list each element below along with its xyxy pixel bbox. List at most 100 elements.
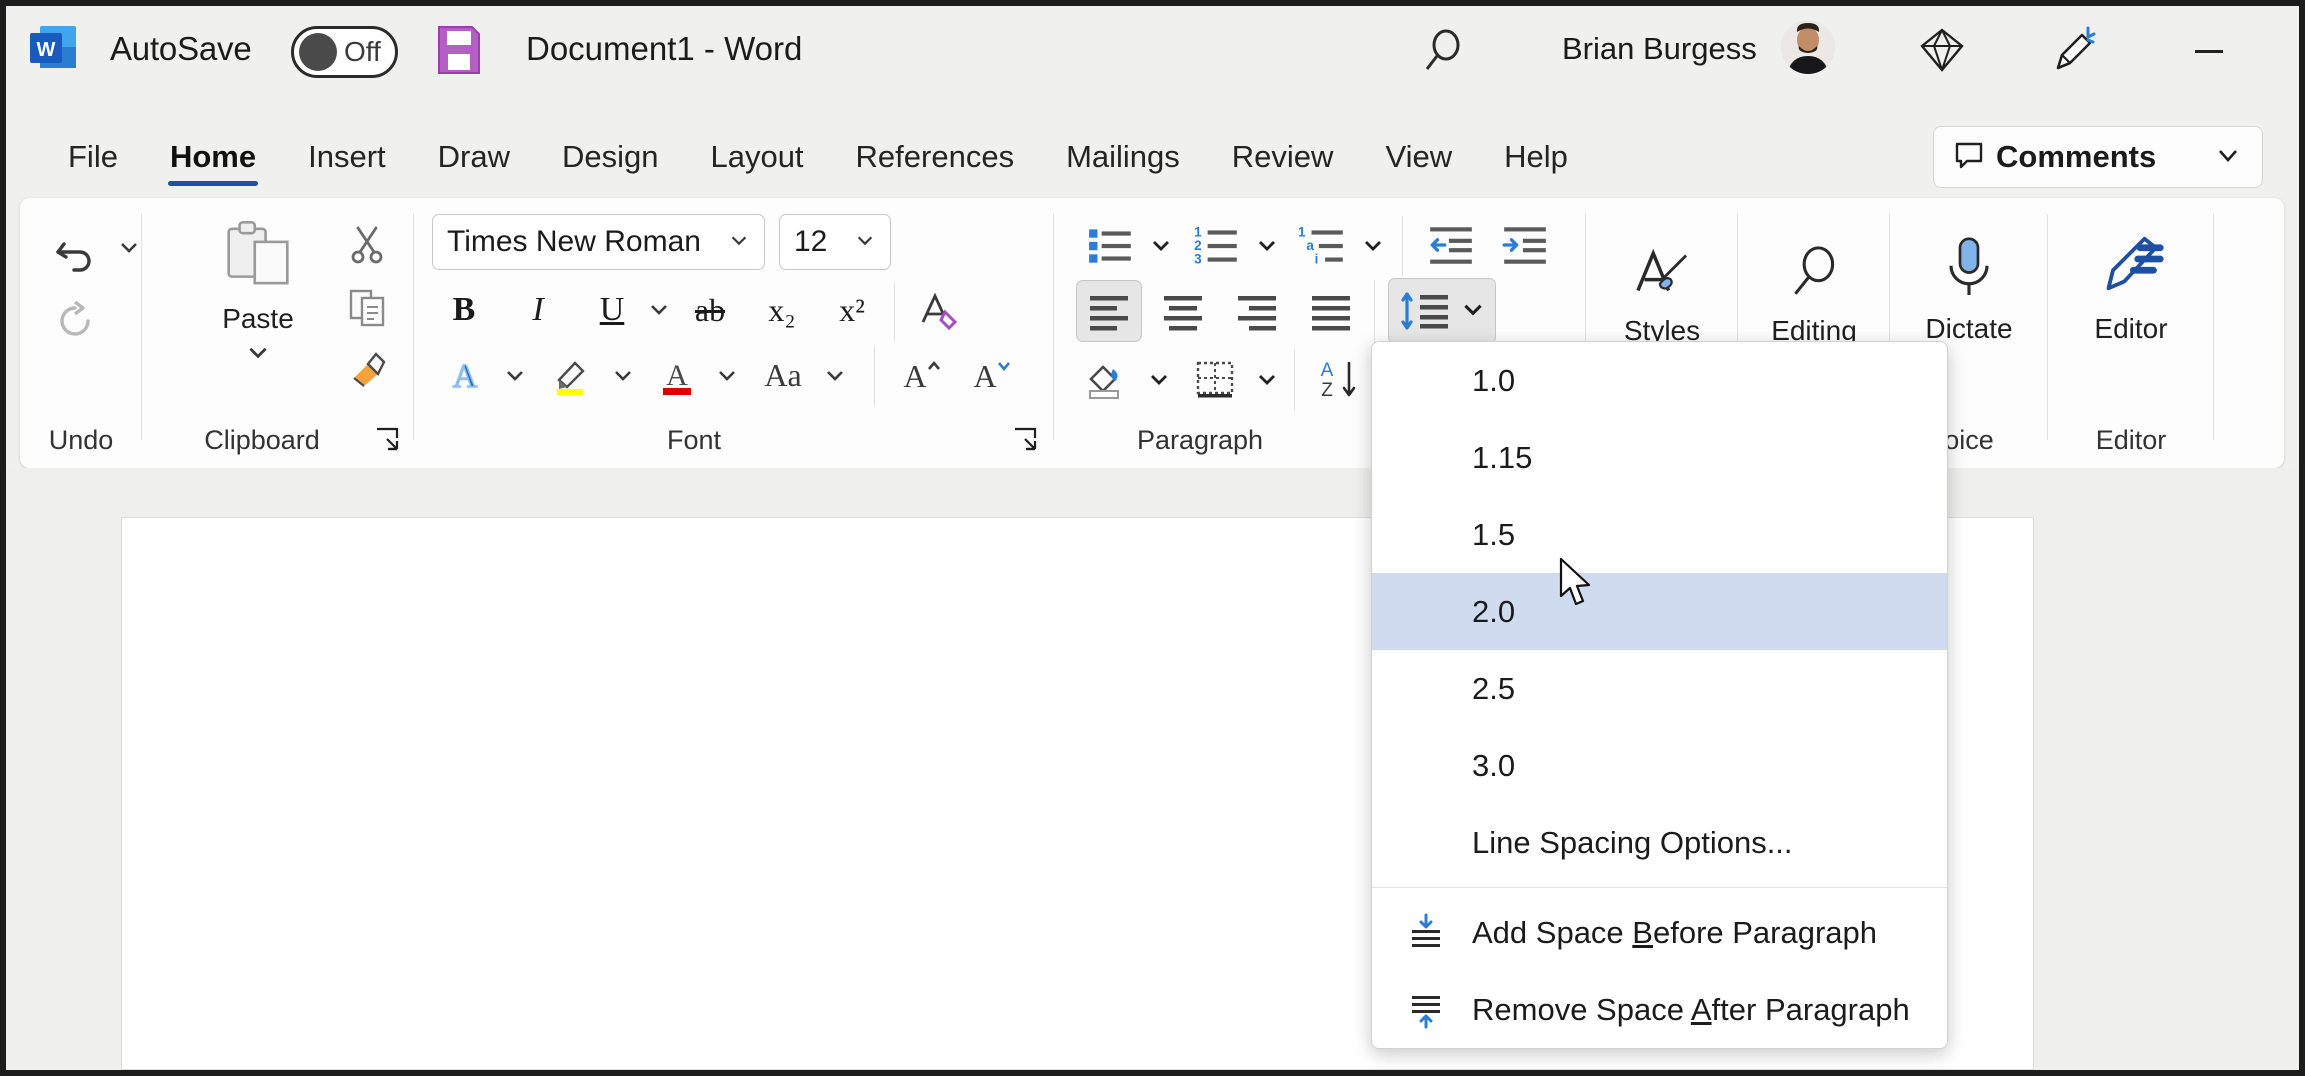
font-color-chevron-down-icon[interactable]	[714, 362, 740, 388]
word-window: W AutoSave Off Document1 - Word Brian Bu…	[6, 6, 2299, 1070]
multilevel-chevron-down-icon[interactable]	[1360, 232, 1386, 258]
change-case-chevron-down-icon[interactable]	[822, 362, 848, 388]
tab-references[interactable]: References	[830, 116, 1041, 198]
svg-text:i: i	[1315, 252, 1319, 267]
increase-indent-button[interactable]	[1494, 216, 1556, 274]
strikethrough-button[interactable]: ab	[682, 282, 738, 338]
autosave-label: AutoSave	[110, 30, 252, 68]
font-size-value: 12	[780, 225, 854, 259]
redo-button[interactable]	[44, 290, 106, 352]
group-label-clipboard: Clipboard	[126, 425, 398, 456]
svg-text:a: a	[1306, 238, 1314, 253]
microsoft-365-diamond-icon[interactable]	[1916, 24, 1968, 76]
search-icon[interactable]	[1416, 26, 1468, 78]
editor-pen-lines-icon	[2095, 232, 2167, 309]
group-label-editor: Editor	[2048, 425, 2214, 456]
tab-help[interactable]: Help	[1478, 116, 1594, 198]
tab-draw[interactable]: Draw	[412, 116, 536, 198]
multilevel-list-button[interactable]: 1 a i	[1292, 216, 1354, 274]
underline-button[interactable]: U	[584, 282, 640, 338]
copy-button[interactable]	[338, 278, 396, 336]
svg-text:3: 3	[1194, 252, 1202, 267]
numbering-button[interactable]: 1 2 3	[1186, 216, 1248, 274]
shading-chevron-down-icon[interactable]	[1146, 366, 1172, 392]
line-spacing-button[interactable]	[1388, 278, 1496, 344]
font-name-combobox[interactable]: Times New Roman	[432, 214, 765, 270]
tab-design[interactable]: Design	[536, 116, 685, 198]
cut-button[interactable]	[338, 216, 396, 274]
subscript-button[interactable]: x₂	[754, 282, 810, 338]
shrink-font-button[interactable]: A	[962, 346, 1020, 404]
menu-item-1-5[interactable]: 1.5	[1372, 496, 1947, 573]
tab-insert[interactable]: Insert	[282, 116, 412, 198]
bullets-button[interactable]	[1080, 216, 1142, 274]
svg-text:A: A	[973, 358, 996, 394]
underline-chevron-down-icon[interactable]	[646, 296, 672, 322]
numbering-chevron-down-icon[interactable]	[1254, 232, 1280, 258]
text-effects-button[interactable]: A	[436, 346, 494, 404]
superscript-button[interactable]: x²	[824, 282, 880, 338]
minimize-button[interactable]	[2174, 26, 2244, 76]
sort-button[interactable]: A Z	[1310, 350, 1376, 408]
avatar[interactable]	[1781, 20, 1835, 74]
menu-item-remove-space-after-paragraph[interactable]: Remove Space After Paragraph	[1372, 971, 1947, 1048]
menu-item-2-5[interactable]: 2.5	[1372, 650, 1947, 727]
menu-item-2-0[interactable]: 2.0	[1372, 573, 1947, 650]
tab-review[interactable]: Review	[1206, 116, 1360, 198]
menu-item-1-0[interactable]: 1.0	[1372, 342, 1947, 419]
inner-separator	[874, 346, 875, 406]
tab-home[interactable]: Home	[144, 116, 282, 198]
tab-file[interactable]: File	[42, 116, 144, 198]
align-center-button[interactable]	[1150, 280, 1216, 342]
pen-sparkle-icon[interactable]	[2046, 24, 2098, 76]
autosave-toggle[interactable]: Off	[291, 26, 398, 78]
text-effects-chevron-down-icon[interactable]	[502, 362, 528, 388]
menu-item-label: Remove Space After Paragraph	[1472, 992, 1910, 1028]
undo-button[interactable]	[44, 222, 106, 284]
tab-view[interactable]: View	[1359, 116, 1478, 198]
menu-item-1-15[interactable]: 1.15	[1372, 419, 1947, 496]
format-painter-button[interactable]	[338, 340, 396, 398]
text-highlight-color-button[interactable]	[542, 346, 600, 404]
svg-text:A: A	[1321, 360, 1334, 381]
justify-button[interactable]	[1298, 280, 1364, 342]
inner-separator	[1402, 216, 1403, 276]
menu-item-add-space-before-paragraph[interactable]: Add Space Before Paragraph	[1372, 894, 1947, 971]
comments-button[interactable]: Comments	[1933, 126, 2263, 188]
editing-button[interactable]: Editing	[1758, 240, 1870, 347]
borders-button[interactable]	[1184, 350, 1246, 408]
paste-button[interactable]: Paste	[188, 218, 328, 370]
menu-item-line-spacing-options[interactable]: Line Spacing Options...	[1372, 804, 1947, 881]
bullets-chevron-down-icon[interactable]	[1148, 232, 1174, 258]
menu-item-3-0[interactable]: 3.0	[1372, 727, 1947, 804]
align-right-button[interactable]	[1224, 280, 1290, 342]
font-color-button[interactable]: A	[648, 346, 706, 404]
save-floppy-icon[interactable]	[436, 24, 482, 76]
group-label-font: Font	[374, 425, 1014, 456]
italic-button[interactable]: I	[510, 282, 566, 338]
clear-formatting-button[interactable]	[910, 282, 968, 338]
highlight-chevron-down-icon[interactable]	[610, 362, 636, 388]
grow-font-button[interactable]: A	[892, 346, 950, 404]
group-separator	[2213, 214, 2214, 440]
editor-button[interactable]: Editor	[2076, 232, 2186, 345]
line-spacing-dropdown-menu: 1.0 1.15 1.5 2.0 2.5 3.0 Line Spacing Op…	[1371, 341, 1948, 1049]
undo-dropdown-chevron[interactable]	[116, 234, 142, 260]
paste-chevron-down-icon[interactable]	[245, 339, 271, 370]
dictate-button[interactable]: Dictate	[1912, 232, 2026, 345]
font-size-combobox[interactable]: 12	[779, 214, 891, 270]
decrease-indent-button[interactable]	[1420, 216, 1482, 274]
user-name-label[interactable]: Brian Burgess	[1562, 31, 1757, 67]
styles-button[interactable]: Styles	[1612, 240, 1712, 347]
paste-clipboard-icon	[220, 218, 296, 299]
document-title: Document1 - Word	[526, 30, 802, 68]
change-case-button[interactable]: Aa	[750, 346, 816, 404]
ribbon-group-undo: Undo	[20, 198, 142, 468]
tab-mailings[interactable]: Mailings	[1040, 116, 1206, 198]
tab-layout[interactable]: Layout	[684, 116, 829, 198]
align-left-button[interactable]	[1076, 280, 1142, 342]
chevron-down-icon	[854, 229, 890, 256]
bold-button[interactable]: B	[436, 282, 492, 338]
borders-chevron-down-icon[interactable]	[1254, 366, 1280, 392]
shading-button[interactable]	[1076, 350, 1138, 408]
